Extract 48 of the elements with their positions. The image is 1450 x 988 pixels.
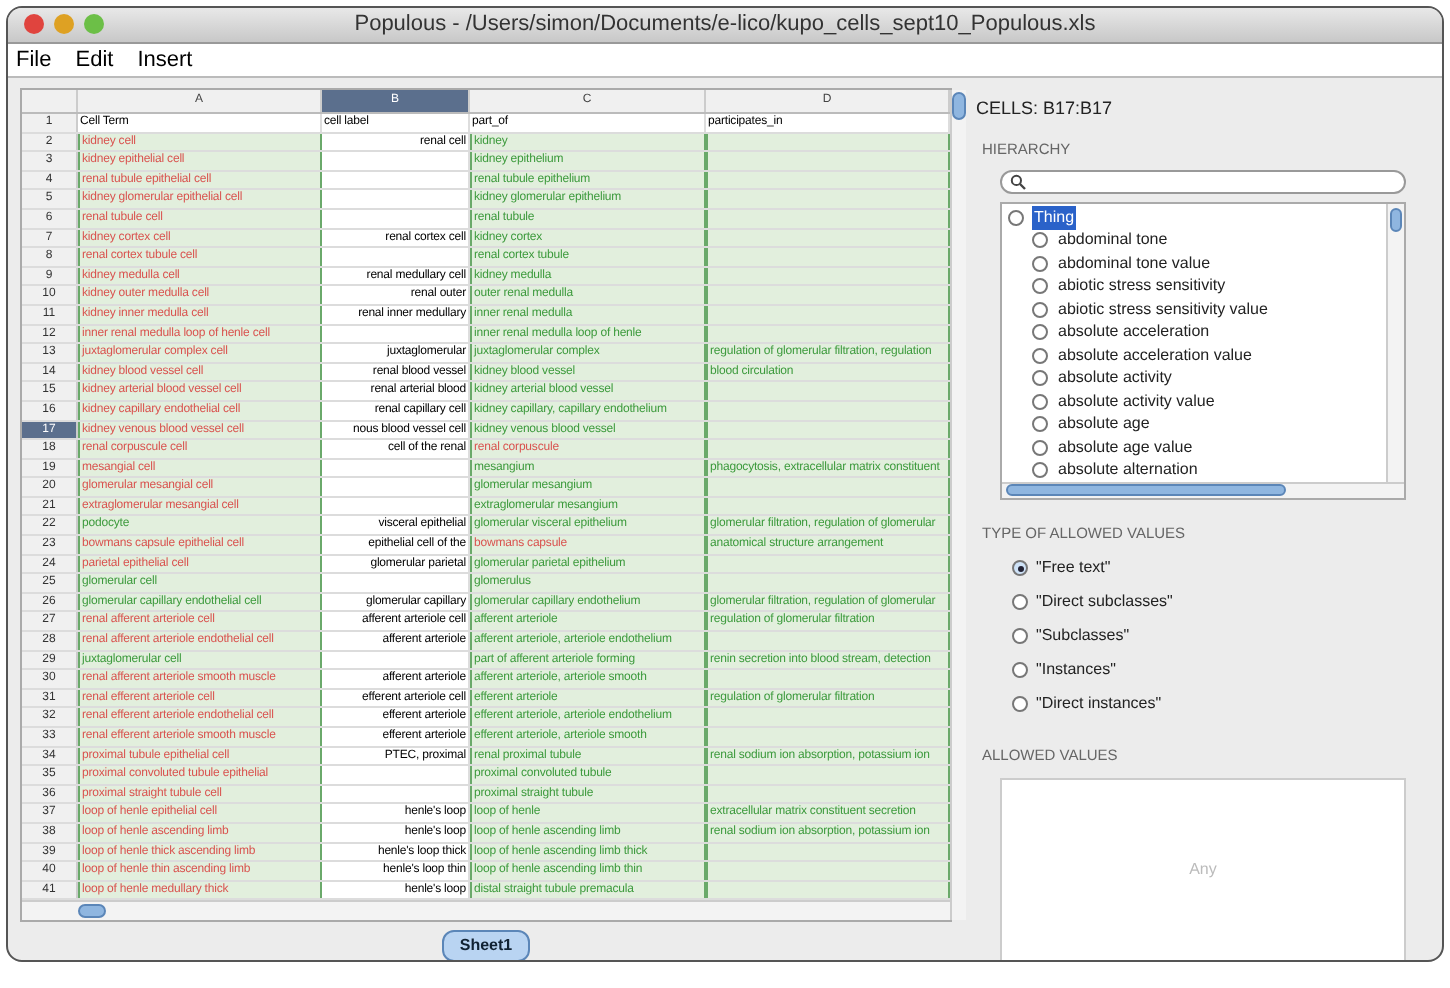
tree-item[interactable]: abiotic stress sensitivity value: [1056, 297, 1270, 321]
horizontal-scrollbar[interactable]: [1002, 481, 1404, 498]
radio-button[interactable]: [1012, 560, 1028, 576]
radio-button[interactable]: [1012, 662, 1028, 678]
radio-button[interactable]: [1032, 416, 1048, 432]
window-title: Populous - /Users/simon/Documents/e-lico/kupo_cells_sept10_Populous.xls: [354, 10, 1096, 40]
cells-label: CELLS: B17:B17: [976, 96, 1113, 122]
tree-item[interactable]: absolute activity: [1056, 366, 1174, 390]
search-icon: [1010, 173, 1026, 190]
tree-item[interactable]: absolute acceleration: [1056, 320, 1212, 344]
radio-label[interactable]: "Subclasses": [1036, 624, 1130, 648]
search-field[interactable]: [1000, 169, 1406, 194]
radio-button[interactable]: [1012, 628, 1028, 644]
radio-button[interactable]: [1032, 232, 1048, 248]
close-button[interactable]: [24, 14, 44, 35]
tree-item[interactable]: Thing: [1032, 205, 1077, 229]
radio-button[interactable]: [1032, 439, 1048, 455]
radio-button[interactable]: [1032, 301, 1048, 317]
tree-item[interactable]: absolute activity value: [1056, 389, 1217, 413]
menu-item[interactable]: File: [16, 43, 52, 76]
tree-item[interactable]: abiotic stress sensitivity: [1056, 274, 1228, 298]
horizontal-scrollbar-thumb[interactable]: [78, 904, 106, 919]
menu-item[interactable]: Insert: [137, 43, 193, 76]
radio-button[interactable]: [1032, 370, 1048, 386]
tree-item[interactable]: absolute alternation: [1056, 458, 1200, 482]
radio-button[interactable]: [1032, 393, 1048, 409]
radio-label[interactable]: "Direct subclasses": [1036, 590, 1173, 614]
radio-button[interactable]: [1008, 209, 1024, 225]
radio-button[interactable]: [1032, 324, 1048, 340]
sheet-tab[interactable]: Sheet1: [441, 930, 531, 960]
radio-button[interactable]: [1032, 278, 1048, 294]
radio-button[interactable]: [1032, 255, 1048, 271]
tree-item[interactable]: absolute age: [1056, 412, 1152, 436]
placeholder-text: Any: [1189, 858, 1217, 883]
radio-button[interactable]: [1032, 347, 1048, 363]
vertical-scrollbar[interactable]: [950, 90, 966, 921]
radio-label[interactable]: "Direct instances": [1036, 692, 1162, 716]
radio-button[interactable]: [1012, 594, 1028, 610]
radio-label[interactable]: "Instances": [1036, 658, 1116, 682]
tree-item[interactable]: abdominal tone value: [1056, 251, 1213, 275]
menu-item[interactable]: Edit: [75, 43, 114, 76]
radio-label[interactable]: "Free text": [1036, 556, 1111, 580]
radio-button[interactable]: [1032, 462, 1048, 478]
vertical-scrollbar[interactable]: [1386, 203, 1404, 482]
radio-button[interactable]: [1012, 696, 1028, 712]
tree-item[interactable]: abdominal tone: [1056, 228, 1170, 252]
tree-item[interactable]: absolute acceleration value: [1056, 343, 1254, 367]
tree-item[interactable]: absolute age value: [1056, 435, 1195, 459]
